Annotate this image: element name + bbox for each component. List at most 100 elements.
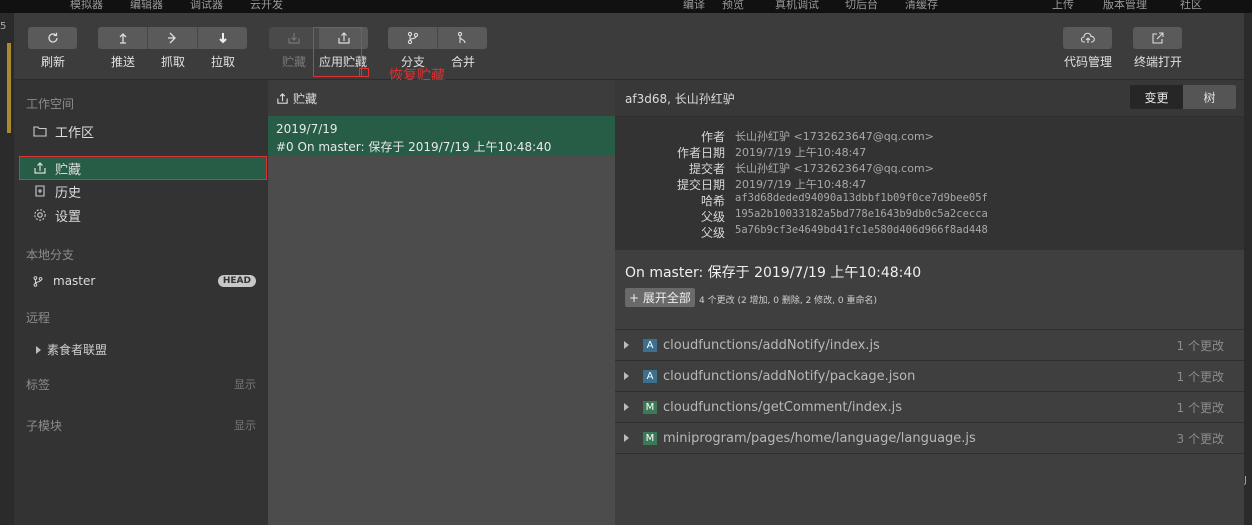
menu-item[interactable]: 编译 — [683, 0, 705, 12]
left-edge-panel: 5 — [0, 13, 14, 525]
meta-value: 2019/7/19 上午10:48:47 — [735, 146, 867, 159]
commit-short-title: af3d68, 长山孙红驴 — [625, 92, 735, 106]
file-change-count: 1 个更改 — [1176, 338, 1224, 353]
commit-metadata: 作者 长山孙红驴 <1732623647@qq.com> 作者日期 2019/7/1… — [615, 117, 1244, 250]
cloud-upload-icon — [1080, 32, 1095, 43]
branch-icon — [407, 31, 418, 45]
menu-item[interactable]: 社区 — [1180, 0, 1202, 12]
sidebar-item-label: 历史 — [55, 185, 82, 201]
menu-item[interactable]: 真机调试 — [775, 0, 819, 12]
meta-value: 长山孙红驴 <1732623647@qq.com> — [735, 130, 934, 143]
remote-name: 素食者联盟 — [47, 343, 108, 357]
terminal-group — [1133, 27, 1182, 49]
history-icon — [32, 183, 48, 199]
menu-item[interactable]: 预览 — [722, 0, 744, 12]
file-path: cloudfunctions/addNotify/index.js — [663, 337, 880, 353]
meta-value: 5a76b9cf3e4649bd41fc1e580d406d966f8ad448 — [735, 224, 988, 236]
file-path: cloudfunctions/getComment/index.js — [663, 399, 902, 415]
push-button[interactable] — [98, 27, 148, 49]
code-management-label: 代码管理 — [1063, 55, 1112, 69]
detail-header: af3d68, 长山孙红驴 变更 树 — [615, 80, 1244, 117]
meta-key: 作者 — [700, 130, 725, 144]
stash-list-title: 贮藏 — [293, 91, 318, 106]
external-link-icon — [1151, 32, 1164, 44]
merge-button[interactable] — [438, 27, 487, 49]
file-change-count: 1 个更改 — [1176, 400, 1224, 415]
stash-entry-date: 2019/7/19 — [276, 122, 338, 136]
sidebar-item-stash[interactable]: 贮藏 — [19, 156, 267, 180]
branch-button[interactable] — [388, 27, 438, 49]
meta-row: 父级 5a76b9cf3e4649bd41fc1e580d406d966f8ad4… — [615, 224, 1244, 240]
menu-item[interactable]: 版本管理 — [1103, 0, 1147, 12]
meta-key: 作者日期 — [676, 146, 725, 160]
menu-item[interactable]: 清缓存 — [905, 0, 938, 12]
menu-item[interactable]: 模拟器 — [70, 0, 103, 12]
meta-value: af3d68deded94090a13dbbf1b09f0ce7d9bee05f — [735, 192, 988, 204]
menu-item[interactable]: 上传 — [1052, 0, 1074, 12]
refresh-button[interactable] — [28, 27, 77, 49]
meta-key: 提交日期 — [676, 178, 725, 192]
change-summary: 4 个更改 (2 增加, 0 删除, 2 修改, 0 重命名) — [699, 296, 877, 306]
head-badge: HEAD — [217, 275, 256, 287]
view-tree-tab[interactable]: 树 — [1183, 85, 1236, 109]
meta-row: 父级 195a2b10033182a5bd778e1643b9db0c5a2cec… — [615, 208, 1244, 224]
edge-accent — [7, 43, 11, 133]
view-toggle: 变更 树 — [1130, 85, 1236, 109]
sidebar-item-workspace[interactable]: 工作区 — [20, 120, 266, 142]
tags-show-toggle[interactable]: 显示 — [234, 376, 256, 392]
menu-item[interactable]: 调试器 — [190, 0, 223, 12]
pull-label: 拉取 — [210, 55, 235, 69]
file-change-row[interactable]: M cloudfunctions/getComment/index.js 1 个… — [615, 391, 1244, 422]
expand-arrow-icon — [36, 345, 41, 354]
stash-entry[interactable]: 2019/7/19 #0 On master: 保存于 2019/7/19 上午… — [268, 116, 615, 156]
stash-button[interactable] — [269, 27, 319, 49]
menu-item[interactable]: 切后台 — [845, 0, 878, 12]
meta-value: 195a2b10033182a5bd778e1643b9db0c5a2cecca — [735, 208, 988, 220]
added-file-badge: A — [643, 369, 657, 383]
commit-message-title: On master: 保存于 2019/7/19 上午10:48:40 — [625, 265, 922, 281]
submodules-section-title: 子模块 — [26, 419, 63, 433]
stash-entry-message: #0 On master: 保存于 2019/7/19 上午10:48:40 — [276, 140, 552, 154]
branch-group — [388, 27, 487, 49]
pull-button[interactable] — [198, 27, 247, 49]
file-change-row[interactable]: A cloudfunctions/addNotify/package.json … — [615, 360, 1244, 391]
branch-item-master[interactable]: master HEAD — [20, 270, 266, 292]
code-management-button[interactable] — [1063, 27, 1112, 49]
stash-list-header: 贮藏 — [268, 80, 615, 116]
pull-icon — [218, 33, 227, 44]
stash-icon — [287, 33, 300, 44]
file-change-row[interactable]: A cloudfunctions/addNotify/index.js 1 个更… — [615, 329, 1244, 360]
edge-text: J — [1244, 475, 1247, 486]
sidebar-item-history[interactable]: 历史 — [20, 180, 266, 202]
submodules-show-toggle[interactable]: 显示 — [234, 417, 256, 433]
expand-arrow-icon — [624, 403, 629, 411]
meta-row: 提交日期 2019/7/19 上午10:48:47 — [615, 176, 1244, 192]
edge-text: 5 — [0, 21, 7, 32]
expand-all-button[interactable]: + 展开全部 — [625, 288, 695, 307]
fetch-button[interactable] — [148, 27, 198, 49]
push-icon — [119, 33, 126, 44]
sidebar: 工作空间 工作区 贮藏 历史 设置 本地分支 master HEAD 远程 素食… — [14, 80, 268, 525]
file-change-count: 3 个更改 — [1176, 431, 1224, 446]
menu-item[interactable]: 编辑器 — [130, 0, 163, 12]
meta-value: 长山孙红驴 <1732623647@qq.com> — [735, 162, 934, 175]
merge-label: 合并 — [450, 55, 475, 69]
stash-list-panel: 贮藏 2019/7/19 #0 On master: 保存于 2019/7/19… — [268, 80, 615, 525]
meta-row: 提交者 长山孙红驴 <1732623647@qq.com> — [615, 160, 1244, 176]
right-edge-panel: J — [1244, 13, 1252, 525]
code-management-group — [1063, 27, 1112, 49]
remote-item[interactable]: 素食者联盟 — [36, 341, 107, 358]
meta-value: 2019/7/19 上午10:48:47 — [735, 178, 867, 191]
stash-icon — [276, 92, 289, 105]
view-changes-tab[interactable]: 变更 — [1130, 85, 1183, 109]
open-terminal-button[interactable] — [1133, 27, 1182, 49]
added-file-badge: A — [643, 338, 657, 352]
sidebar-item-settings[interactable]: 设置 — [20, 204, 266, 226]
meta-key: 父级 — [700, 210, 725, 224]
menu-item[interactable]: 云开发 — [250, 0, 283, 12]
file-path: miniprogram/pages/home/language/language… — [663, 430, 976, 446]
refresh-group — [28, 27, 77, 49]
highlight-marker — [359, 68, 369, 77]
file-change-row[interactable]: M miniprogram/pages/home/language/langua… — [615, 422, 1244, 454]
meta-key: 哈希 — [700, 194, 725, 208]
